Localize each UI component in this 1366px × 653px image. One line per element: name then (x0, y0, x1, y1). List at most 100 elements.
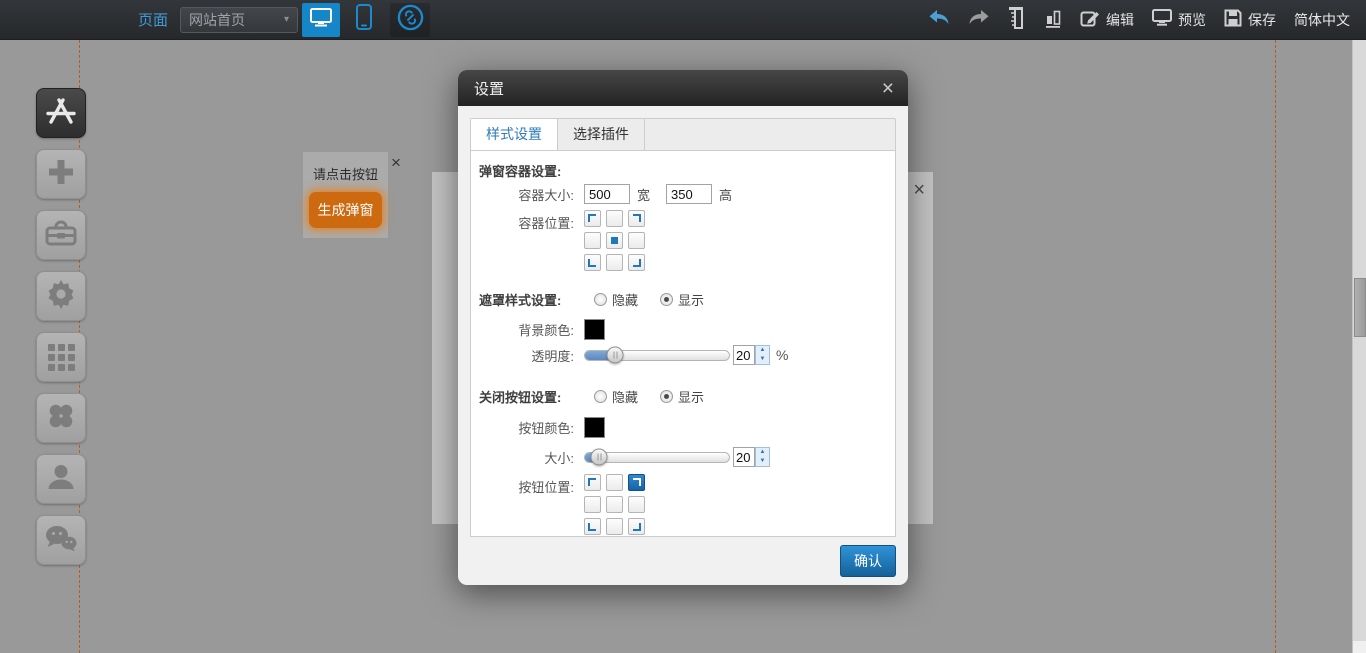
position-cell-top-left[interactable] (584, 210, 601, 227)
mobile-icon (356, 4, 372, 35)
guide-line-right (1275, 40, 1276, 653)
sidebar-item-wechat[interactable] (36, 515, 86, 565)
btn-position-cell-mid-left[interactable] (584, 496, 601, 513)
sidebar-item-user[interactable] (36, 454, 86, 504)
container-width-input[interactable] (584, 184, 630, 204)
mask-show-option[interactable]: 显示 (660, 290, 704, 309)
btn-position-cell-bottom-right[interactable] (628, 518, 645, 535)
scrollbar-corner (1353, 641, 1366, 653)
sidebar-item-settings[interactable] (36, 271, 86, 321)
height-unit-label: 高 (719, 185, 732, 204)
spinner-down-icon[interactable]: ▼ (756, 457, 769, 466)
opacity-unit-label: % (776, 347, 788, 363)
opacity-slider-handle[interactable] (607, 347, 624, 364)
top-toolbar: 页面 网站首页 ▾ (0, 0, 1366, 40)
close-size-row: 大小: ▲ ▼ (471, 447, 895, 467)
size-slider-handle[interactable] (591, 449, 608, 466)
button-position-label: 按钮位置: (471, 474, 584, 496)
modules-icon (46, 401, 76, 436)
opacity-value-input[interactable] (733, 345, 755, 365)
redo-icon (968, 9, 990, 30)
opacity-slider[interactable] (584, 350, 730, 361)
undo-button[interactable] (928, 9, 950, 30)
modal-close-icon[interactable]: × (882, 78, 894, 99)
container-size-label: 容器大小: (471, 185, 584, 204)
btn-position-cell-top-left[interactable] (584, 474, 601, 491)
sidebar-item-modules[interactable] (36, 393, 86, 443)
widget-close-icon[interactable]: × (389, 152, 403, 173)
close-show-option[interactable]: 显示 (660, 387, 704, 406)
preview-button[interactable]: 预览 (1152, 9, 1206, 30)
confirm-button[interactable]: 确认 (840, 545, 896, 577)
popup-widget: 请点击按钮 生成弹窗 × (303, 152, 388, 238)
opacity-spinner: ▲ ▼ (755, 345, 770, 365)
opacity-label: 透明度: (471, 346, 584, 365)
ruler-button[interactable] (1008, 6, 1026, 34)
container-section-heading: 弹窗容器设置: (479, 161, 561, 180)
modal-body: 样式设置 选择插件 弹窗容器设置: 容器大小: 宽 高 容器位置: (458, 106, 908, 537)
mobile-view-button[interactable] (348, 3, 380, 37)
desktop-view-button[interactable] (302, 3, 340, 37)
btn-position-cell-mid-right[interactable] (628, 496, 645, 513)
tab-choose-plugin[interactable]: 选择插件 (558, 119, 645, 150)
position-cell-top-right[interactable] (628, 210, 645, 227)
position-cell-top-center[interactable] (606, 210, 623, 227)
position-cell-center-selected[interactable] (606, 232, 623, 249)
button-position-grid (584, 474, 645, 535)
position-cell-mid-left[interactable] (584, 232, 601, 249)
button-color-swatch[interactable] (584, 417, 605, 438)
appstore-icon (44, 96, 78, 131)
scrollbar-thumb[interactable] (1354, 278, 1366, 337)
width-unit-label: 宽 (637, 185, 650, 204)
toolbar-left-group: 页面 网站首页 ▾ (138, 3, 430, 37)
position-cell-bottom-left[interactable] (584, 254, 601, 271)
page-select[interactable]: 网站首页 ▾ (180, 7, 298, 33)
btn-position-cell-center[interactable] (606, 496, 623, 513)
generate-popup-button[interactable]: 生成弹窗 (309, 192, 382, 228)
position-cell-mid-right[interactable] (628, 232, 645, 249)
spinner-up-icon[interactable]: ▲ (756, 346, 769, 355)
tab-style-settings[interactable]: 样式设置 (471, 119, 558, 150)
stats-icon (1044, 7, 1062, 33)
container-height-input[interactable] (666, 184, 712, 204)
btn-position-cell-bottom-center[interactable] (606, 518, 623, 535)
edit-button[interactable]: 编辑 (1080, 8, 1134, 31)
redo-button[interactable] (968, 9, 990, 30)
modal-tabs: 样式设置 选择插件 (470, 118, 896, 150)
desktop-icon (310, 8, 332, 32)
mask-hide-option[interactable]: 隐藏 (594, 290, 638, 309)
page-label: 页面 (138, 9, 168, 30)
btn-position-cell-top-center[interactable] (606, 474, 623, 491)
link-icon (396, 3, 425, 37)
btn-position-cell-top-right-selected[interactable] (628, 474, 645, 491)
button-size-label: 大小: (471, 448, 584, 467)
language-switch[interactable]: 简体中文 (1294, 10, 1350, 30)
spinner-up-icon[interactable]: ▲ (756, 448, 769, 457)
mask-opacity-row: 透明度: ▲ ▼ % (471, 345, 895, 365)
spinner-down-icon[interactable]: ▼ (756, 355, 769, 364)
sidebar-item-add[interactable] (36, 149, 86, 199)
container-position-label: 容器位置: (471, 210, 584, 232)
size-value-input[interactable] (733, 447, 755, 467)
container-section-heading-row: 弹窗容器设置: (479, 161, 561, 180)
close-show-label: 显示 (678, 387, 704, 406)
preview-close-icon[interactable]: × (913, 180, 925, 200)
share-link-button[interactable] (390, 3, 430, 37)
btn-position-cell-bottom-left[interactable] (584, 518, 601, 535)
stats-button[interactable] (1044, 7, 1062, 33)
bg-color-swatch[interactable] (584, 319, 605, 340)
position-cell-bottom-center[interactable] (606, 254, 623, 271)
button-color-label: 按钮颜色: (471, 418, 584, 437)
size-slider[interactable] (584, 452, 730, 463)
save-button[interactable]: 保存 (1224, 9, 1276, 30)
vertical-scrollbar[interactable] (1352, 40, 1366, 653)
close-hide-option[interactable]: 隐藏 (594, 387, 638, 406)
mask-visibility-radios: 隐藏 显示 (594, 290, 704, 309)
settings-modal: 设置 × 样式设置 选择插件 弹窗容器设置: 容器大小: 宽 高 容器位置: (458, 70, 908, 585)
sidebar-item-toolbox[interactable] (36, 210, 86, 260)
radio-unchecked-icon (594, 390, 607, 403)
sidebar-item-grid[interactable] (36, 332, 86, 382)
position-cell-bottom-right[interactable] (628, 254, 645, 271)
sidebar-item-appstore[interactable] (36, 88, 86, 138)
modal-header[interactable]: 设置 × (458, 70, 908, 106)
